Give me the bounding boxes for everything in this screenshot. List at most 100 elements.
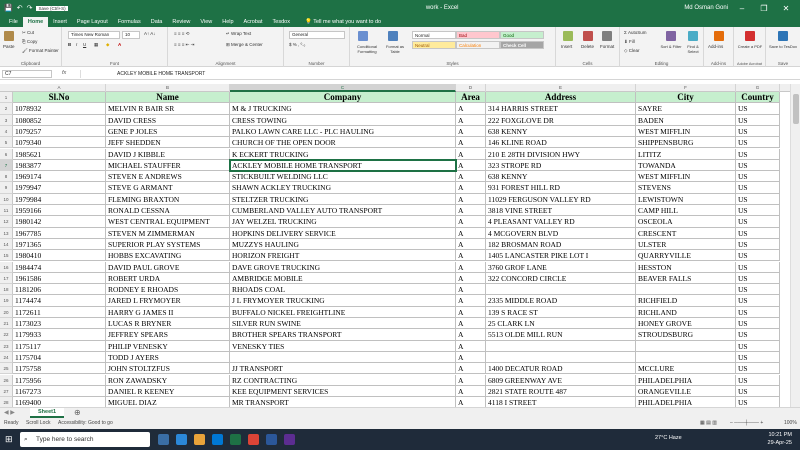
cell-f[interactable]: HESSTON	[636, 261, 736, 273]
tab-insert[interactable]: Insert	[48, 17, 72, 27]
cell-f[interactable]: ULSTER	[636, 238, 736, 251]
conditional-formatting-button[interactable]: Conditional Formatting	[352, 44, 382, 54]
cell-d[interactable]: A	[456, 318, 486, 330]
row-number[interactable]: 14	[0, 238, 13, 251]
cell-g[interactable]: US	[736, 374, 780, 386]
header-cell-g[interactable]: Country	[736, 92, 780, 104]
tab-acrobat[interactable]: Acrobat	[239, 17, 268, 27]
delete-cells-icon[interactable]	[583, 31, 593, 41]
cell-b[interactable]: DAVID CRESS	[106, 114, 230, 126]
column-header-f[interactable]: F	[636, 84, 736, 92]
cell-a[interactable]: 1167273	[13, 385, 106, 398]
cell-a[interactable]: 1181206	[13, 284, 106, 296]
row-number[interactable]: 20	[0, 306, 13, 318]
cell-g[interactable]: US	[736, 216, 780, 228]
function-icon[interactable]: fx	[62, 70, 66, 76]
cell-g[interactable]: US	[736, 193, 780, 205]
cell-d[interactable]: A	[456, 114, 486, 126]
cell-d[interactable]: A	[456, 374, 486, 386]
row-number[interactable]: 10	[0, 193, 13, 205]
header-cell-e[interactable]: Address	[486, 92, 636, 104]
cell-d[interactable]: A	[456, 261, 486, 273]
cell-g[interactable]: US	[736, 182, 780, 194]
cell-a[interactable]: 1979947	[13, 182, 106, 194]
cell-g[interactable]: US	[736, 250, 780, 262]
align-horizontal-icons[interactable]: ≡ ≡ ≡ ⇤ ⇥	[174, 42, 194, 48]
cell-g[interactable]: US	[736, 227, 780, 239]
cell-f[interactable]: HONEY GROVE	[636, 318, 736, 330]
cortana-icon[interactable]	[176, 434, 187, 445]
cell-d[interactable]: A	[456, 306, 486, 318]
cell-a[interactable]: 1079257	[13, 125, 106, 138]
cell-g[interactable]: US	[736, 261, 780, 273]
cell-a[interactable]: 1985621	[13, 148, 106, 160]
cell-f[interactable]: CAMP HILL	[636, 205, 736, 217]
autosum-button[interactable]: Σ AutoSum	[624, 30, 647, 35]
cell-f[interactable]: STEVENS	[636, 182, 736, 194]
row-number[interactable]: 9	[0, 182, 13, 194]
row-number[interactable]: 27	[0, 385, 13, 398]
cell-e[interactable]: 5513 OLDE MILL RUN	[486, 329, 636, 341]
cell-c[interactable]	[230, 351, 456, 364]
cell-e[interactable]: 2335 MIDDLE ROAD	[486, 295, 636, 307]
cell-f[interactable]: STROUDSBURG	[636, 329, 736, 341]
cell-c[interactable]: DAVE GROVE TRUCKING	[230, 261, 456, 273]
cell-g[interactable]: US	[736, 284, 780, 296]
row-number[interactable]: 2	[0, 103, 13, 115]
vertical-scrollbar[interactable]	[790, 84, 800, 407]
header-cell-a[interactable]: Sl.No	[13, 92, 106, 104]
cell-e[interactable]: 3760 GROF LANE	[486, 261, 636, 273]
maximize-button[interactable]: ❐	[756, 4, 772, 13]
cell-d[interactable]: A	[456, 159, 486, 172]
cell-c[interactable]: CUMBERLAND VALLEY AUTO TRANSPORT	[230, 205, 456, 217]
row-number[interactable]: 1	[0, 92, 13, 104]
cell-a[interactable]: 1175758	[13, 363, 106, 375]
addins-button[interactable]: Add-ins	[708, 44, 723, 49]
cell-e[interactable]: 1400 DECATUR ROAD	[486, 363, 636, 375]
cell-a[interactable]: 1959166	[13, 205, 106, 217]
cell-g[interactable]: US	[736, 171, 780, 183]
cell-b[interactable]: MICHAEL STAUFFER	[106, 159, 230, 172]
cell-e[interactable]: 4118 I STREET	[486, 397, 636, 407]
save-tesdox-button[interactable]: Save to TesDox	[768, 44, 798, 49]
teams-icon[interactable]	[284, 434, 295, 445]
cell-a[interactable]: 1961586	[13, 272, 106, 285]
cell-c[interactable]: MR TRANSPORT	[230, 397, 456, 407]
cell-d[interactable]: A	[456, 284, 486, 296]
tab-file[interactable]: File	[4, 17, 23, 27]
cell-g[interactable]: US	[736, 397, 780, 407]
cell-f[interactable]	[636, 340, 736, 352]
scroll-thumb[interactable]	[793, 94, 799, 124]
column-header-d[interactable]: D	[456, 84, 486, 92]
cell-e[interactable]: 323 STROPE RD	[486, 159, 636, 172]
cell-a[interactable]: 1179933	[13, 329, 106, 341]
conditional-formatting-icon[interactable]	[358, 31, 368, 41]
column-header-c[interactable]: C	[230, 84, 456, 92]
cell-b[interactable]: JOHN STOLTZFUS	[106, 363, 230, 375]
cell-c[interactable]: K ECKERT TRUCKING	[230, 148, 456, 160]
file-explorer-icon[interactable]	[194, 434, 205, 445]
cell-d[interactable]: A	[456, 137, 486, 149]
addins-icon[interactable]	[714, 31, 724, 41]
user-name[interactable]: Md Osman Goni	[684, 5, 728, 11]
clear-button[interactable]: ◇ Clear	[624, 48, 639, 54]
row-number[interactable]: 12	[0, 216, 13, 228]
cell-a[interactable]: 1175117	[13, 340, 106, 352]
tab-tesdox[interactable]: Tesdox	[268, 17, 295, 27]
row-number[interactable]: 11	[0, 205, 13, 217]
cell-d[interactable]: A	[456, 216, 486, 228]
paste-icon[interactable]	[4, 31, 14, 41]
cell-f[interactable]: PHILADELPHIA	[636, 397, 736, 407]
cell-g[interactable]: US	[736, 351, 780, 364]
find-select-icon[interactable]	[688, 31, 698, 41]
cell-e[interactable]: 210 E 28TH DIVISION HWY	[486, 148, 636, 160]
cell-b[interactable]: PHILIP VENESKY	[106, 340, 230, 352]
cell-d[interactable]: A	[456, 148, 486, 160]
cell-g[interactable]: US	[736, 148, 780, 160]
cell-b[interactable]: DAVID PAUL GROVE	[106, 261, 230, 273]
cell-a[interactable]: 1079340	[13, 137, 106, 149]
style-bad[interactable]: Bad	[456, 31, 500, 39]
chrome-icon[interactable]	[248, 434, 259, 445]
paste-button[interactable]: Paste	[3, 44, 15, 49]
cell-c[interactable]: BROTHER SPEARS TRANSPORT	[230, 329, 456, 341]
